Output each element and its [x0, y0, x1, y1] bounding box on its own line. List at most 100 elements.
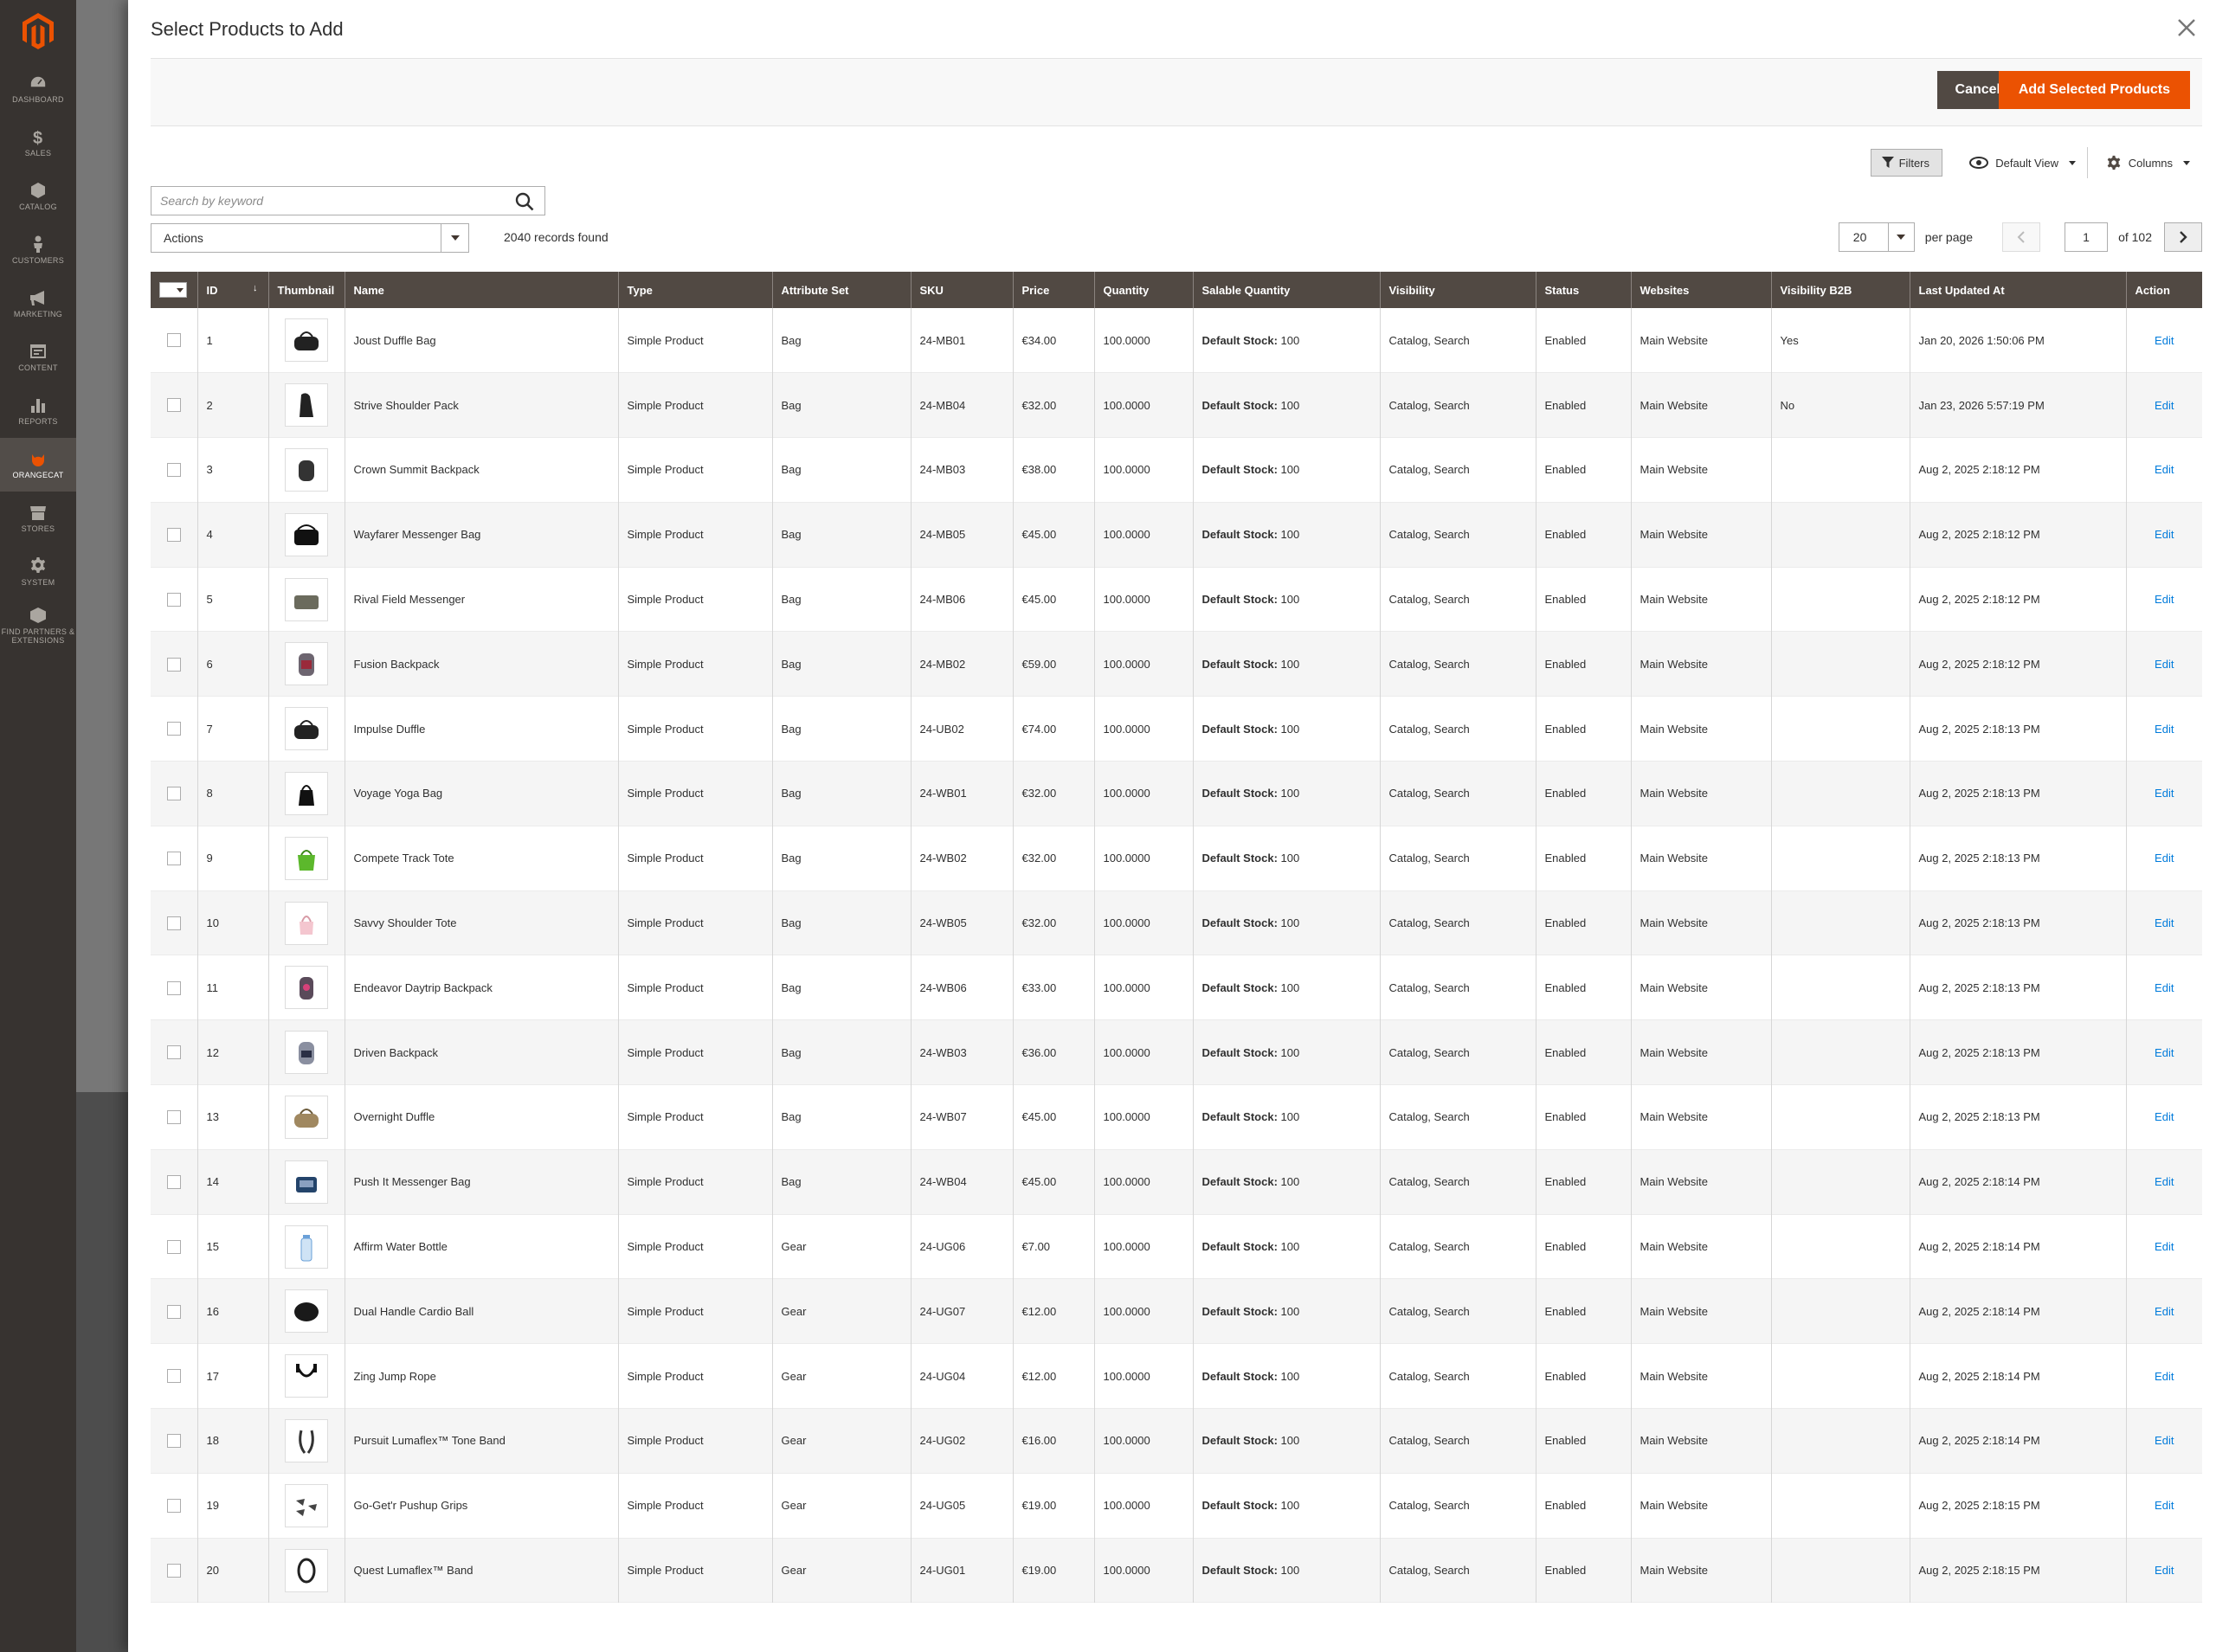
filters-button[interactable]: Filters	[1870, 149, 1942, 177]
product-thumbnail[interactable]	[285, 642, 328, 686]
table-row[interactable]: 7 Impulse Duffle Simple Product Bag 24-UB02 €…	[151, 696, 2202, 762]
row-checkbox[interactable]	[166, 1045, 181, 1060]
table-row[interactable]: 4 Wayfarer Messenger Bag Simple Product Bag…	[151, 502, 2202, 568]
product-thumbnail[interactable]	[285, 771, 328, 815]
row-select-cell[interactable]	[151, 437, 198, 503]
product-thumbnail[interactable]	[285, 1548, 328, 1592]
mass-select-checkbox[interactable]	[159, 282, 187, 299]
table-row[interactable]: 18 Pursuit Lumaflex™ Tone Band Simple Prod…	[151, 1408, 2202, 1474]
search-button[interactable]	[515, 192, 534, 211]
column-header-websites[interactable]: Websites	[1631, 272, 1772, 308]
table-row[interactable]: 20 Quest Lumaflex™ Band Simple Product Gear…	[151, 1538, 2202, 1603]
row-select-cell[interactable]	[151, 955, 198, 1020]
row-select-cell[interactable]	[151, 1084, 198, 1150]
row-checkbox[interactable]	[166, 333, 181, 348]
product-thumbnail[interactable]	[285, 1160, 328, 1204]
table-row[interactable]: 16 Dual Handle Cardio Ball Simple Product G…	[151, 1278, 2202, 1344]
row-checkbox[interactable]	[166, 787, 181, 801]
search-input[interactable]	[151, 187, 498, 215]
nav-item-sales[interactable]: $ Sales	[0, 116, 76, 170]
per-page-dropdown-toggle[interactable]	[1887, 223, 1914, 251]
row-select-cell[interactable]	[151, 826, 198, 891]
row-checkbox[interactable]	[166, 1434, 181, 1449]
row-select-cell[interactable]	[151, 1019, 198, 1085]
row-checkbox[interactable]	[166, 398, 181, 413]
product-thumbnail[interactable]	[285, 901, 328, 945]
row-select-cell[interactable]	[151, 1408, 198, 1474]
row-select-cell[interactable]	[151, 502, 198, 568]
row-select-cell[interactable]	[151, 1473, 198, 1539]
column-header-id[interactable]: ID ↓	[197, 272, 269, 308]
view-switcher[interactable]: Default View	[1969, 149, 2076, 177]
nav-item-dashboard[interactable]: Dashboard	[0, 62, 76, 116]
edit-link[interactable]: Edit	[2155, 916, 2174, 929]
table-row[interactable]: 5 Rival Field Messenger Simple Product Bag 2…	[151, 567, 2202, 632]
row-checkbox[interactable]	[166, 1239, 181, 1254]
add-selected-products-button[interactable]: Add Selected Products	[1998, 71, 2190, 109]
nav-item-reports[interactable]: Reports	[0, 384, 76, 438]
nav-item-catalog[interactable]: Catalog	[0, 170, 76, 223]
row-checkbox[interactable]	[166, 528, 181, 543]
edit-link[interactable]: Edit	[2155, 852, 2174, 865]
edit-link[interactable]: Edit	[2155, 528, 2174, 541]
table-row[interactable]: 15 Affirm Water Bottle Simple Product Gear 2…	[151, 1214, 2202, 1279]
edit-link[interactable]: Edit	[2155, 334, 2174, 347]
table-row[interactable]: 6 Fusion Backpack Simple Product Bag 24-MB02…	[151, 631, 2202, 697]
table-row[interactable]: 19 Go-Get'r Pushup Grips Simple Product Gea…	[151, 1473, 2202, 1539]
column-header-price[interactable]: Price	[1013, 272, 1095, 308]
column-header-name[interactable]: Name	[345, 272, 619, 308]
product-thumbnail[interactable]	[285, 1354, 328, 1398]
row-select-cell[interactable]	[151, 1343, 198, 1409]
edit-link[interactable]: Edit	[2155, 1499, 2174, 1512]
product-thumbnail[interactable]	[285, 1031, 328, 1075]
row-select-cell[interactable]	[151, 308, 198, 373]
row-checkbox[interactable]	[166, 463, 181, 478]
edit-link[interactable]: Edit	[2155, 1434, 2174, 1447]
row-checkbox[interactable]	[166, 980, 181, 995]
nav-item-customers[interactable]: Customers	[0, 223, 76, 277]
product-thumbnail[interactable]	[285, 1418, 328, 1462]
nav-item-marketing[interactable]: Marketing	[0, 277, 76, 331]
nav-item-content[interactable]: Content	[0, 331, 76, 384]
column-header-type[interactable]: Type	[618, 272, 773, 308]
row-checkbox[interactable]	[166, 1499, 181, 1514]
column-header-sku[interactable]: SKU	[911, 272, 1014, 308]
previous-page-button[interactable]	[2002, 222, 2041, 252]
column-header-quantity[interactable]: Quantity	[1094, 272, 1194, 308]
row-checkbox[interactable]	[166, 657, 181, 672]
edit-link[interactable]: Edit	[2155, 723, 2174, 736]
table-row[interactable]: 13 Overnight Duffle Simple Product Bag 24-WB…	[151, 1084, 2202, 1150]
edit-link[interactable]: Edit	[2155, 1240, 2174, 1253]
product-thumbnail[interactable]	[285, 512, 328, 556]
edit-link[interactable]: Edit	[2155, 1110, 2174, 1123]
edit-link[interactable]: Edit	[2155, 658, 2174, 671]
table-row[interactable]: 10 Savvy Shoulder Tote Simple Product Bag 24…	[151, 890, 2202, 955]
row-select-cell[interactable]	[151, 631, 198, 697]
table-row[interactable]: 12 Driven Backpack Simple Product Bag 24-WB0…	[151, 1019, 2202, 1085]
nav-item-orangecat[interactable]: OrangeCat	[0, 438, 76, 492]
row-select-cell[interactable]	[151, 1149, 198, 1215]
column-header-visibility-b2b[interactable]: Visibility B2B	[1771, 272, 1910, 308]
close-button[interactable]	[2174, 16, 2199, 40]
nav-item-system[interactable]: System	[0, 545, 76, 599]
table-row[interactable]: 17 Zing Jump Rope Simple Product Gear 24-UG0…	[151, 1343, 2202, 1409]
row-checkbox[interactable]	[166, 852, 181, 866]
row-select-cell[interactable]	[151, 1538, 198, 1603]
edit-link[interactable]: Edit	[2155, 787, 2174, 800]
column-header-salable-quantity[interactable]: Salable Quantity	[1193, 272, 1381, 308]
table-row[interactable]: 11 Endeavor Daytrip Backpack Simple Produc…	[151, 955, 2202, 1020]
product-thumbnail[interactable]	[285, 383, 328, 427]
column-header-visibility[interactable]: Visibility	[1380, 272, 1536, 308]
column-header-status[interactable]: Status	[1536, 272, 1632, 308]
product-thumbnail[interactable]	[285, 1225, 328, 1269]
nav-item-stores[interactable]: Stores	[0, 492, 76, 545]
product-thumbnail[interactable]	[285, 966, 328, 1010]
edit-link[interactable]: Edit	[2155, 981, 2174, 994]
mass-select-header[interactable]	[151, 272, 198, 308]
product-thumbnail[interactable]	[285, 1289, 328, 1334]
table-row[interactable]: 9 Compete Track Tote Simple Product Bag 24-W…	[151, 826, 2202, 891]
table-row[interactable]: 14 Push It Messenger Bag Simple Product Bag…	[151, 1149, 2202, 1215]
table-row[interactable]: 2 Strive Shoulder Pack Simple Product Bag 24…	[151, 372, 2202, 438]
row-checkbox[interactable]	[166, 1369, 181, 1384]
row-select-cell[interactable]	[151, 761, 198, 826]
